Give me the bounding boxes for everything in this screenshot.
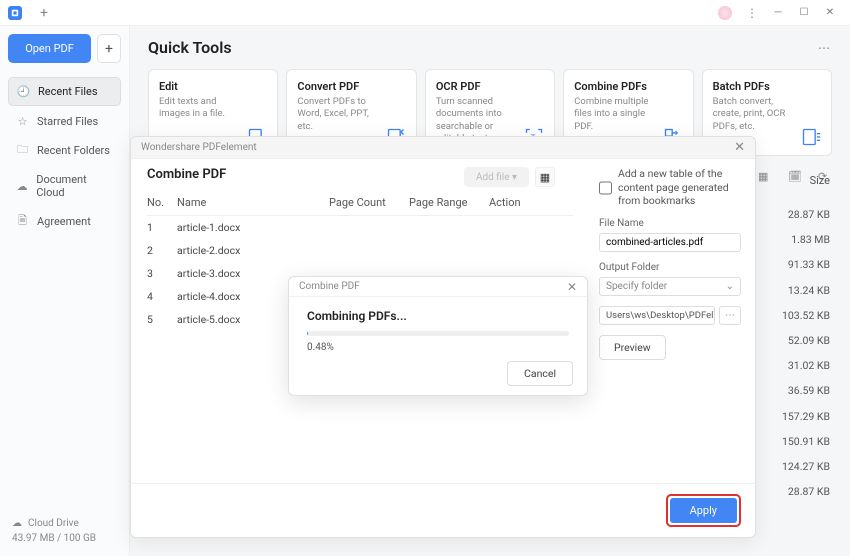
- apply-button[interactable]: Apply: [670, 498, 737, 523]
- progress-percent: 0.48%: [307, 342, 569, 353]
- nav-recent-files[interactable]: 🕘 Recent Files: [8, 77, 121, 106]
- menu-kebab-icon[interactable]: ⋮: [740, 6, 764, 20]
- file-row[interactable]: 1article-1.docx: [147, 216, 573, 239]
- nav-recent-folders[interactable]: 🗀 Recent Folders: [8, 137, 121, 164]
- panel-titlebar: Wondershare PDFelement ✕: [131, 137, 755, 159]
- nav-label: Recent Folders: [37, 144, 110, 157]
- progress-fill: [307, 331, 308, 336]
- panel-close-button[interactable]: ✕: [734, 140, 745, 155]
- card-title: Batch PDFs: [713, 80, 821, 93]
- nav-agreement[interactable]: 🗎 Agreement: [8, 208, 121, 235]
- progress-modal: Combine PDF ✕ Combining PDFs... 0.48% Ca…: [288, 276, 588, 396]
- cloud-icon: ☁: [16, 180, 28, 193]
- nav-starred-files[interactable]: ☆ Starred Files: [8, 108, 121, 135]
- col-page-range: Page Range: [409, 196, 489, 209]
- more-icon[interactable]: ⋯: [818, 41, 832, 55]
- nav-label: Document Cloud: [36, 173, 113, 199]
- profile-avatar[interactable]: [718, 6, 732, 20]
- card-desc: Combine multiple files into a single PDF…: [574, 96, 656, 133]
- clock-icon: 🕘: [17, 85, 30, 98]
- size-cell: 103.52 KB: [768, 303, 830, 328]
- page-title: Quick Tools: [148, 38, 232, 57]
- file-row[interactable]: 2article-2.docx: [147, 239, 573, 262]
- card-title: Convert PDF: [297, 80, 405, 93]
- add-file-label: Add file: [476, 172, 510, 183]
- size-cell: 13.24 KB: [768, 278, 830, 303]
- file-table-header: No. Name Page Count Page Range Action: [147, 190, 573, 216]
- nav-label: Agreement: [37, 215, 91, 228]
- cancel-button[interactable]: Cancel: [507, 361, 573, 386]
- cloud-icon: ☁: [12, 518, 22, 529]
- folder-select[interactable]: Specify folder ⌄: [599, 277, 741, 296]
- add-file-button[interactable]: Add file ▾: [464, 167, 529, 187]
- preview-button[interactable]: Preview: [599, 335, 666, 360]
- folder-select-value: Specify folder: [606, 281, 667, 292]
- size-cell: 31.02 KB: [768, 353, 830, 378]
- file-no: 3: [147, 267, 177, 280]
- file-no: 2: [147, 244, 177, 257]
- card-desc: Convert PDFs to Word, Excel, PPT, etc.: [297, 96, 379, 133]
- cloud-label: Cloud Drive: [28, 518, 79, 529]
- progress-heading: Combining PDFs...: [307, 309, 569, 323]
- batch-icon: [801, 127, 821, 147]
- panel-window-title: Wondershare PDFelement: [141, 142, 257, 153]
- new-tab-button[interactable]: +: [40, 5, 48, 21]
- doc-icon: 🗎: [16, 215, 29, 228]
- progress-close-button[interactable]: ✕: [567, 280, 577, 294]
- browse-button[interactable]: ⋯: [719, 306, 741, 325]
- size-cell: 91.33 KB: [768, 252, 830, 277]
- col-no: No.: [147, 196, 177, 209]
- storage-text: 43.97 MB / 100 GB: [12, 533, 117, 544]
- folder-label: Output Folder: [599, 262, 741, 273]
- folder-icon: 🗀: [16, 144, 29, 157]
- maximize-button[interactable]: ☐: [792, 3, 816, 23]
- nav-document-cloud[interactable]: ☁ Document Cloud: [8, 166, 121, 206]
- size-header: Size: [768, 174, 830, 187]
- col-action: Action: [489, 196, 539, 209]
- toc-checkbox-label: Add a new table of the content page gene…: [618, 167, 741, 208]
- file-no: 5: [147, 313, 177, 326]
- apply-highlight: Apply: [666, 494, 741, 527]
- progress-bar: [307, 331, 569, 336]
- filename-input[interactable]: [599, 233, 741, 252]
- size-cell: 124.27 KB: [768, 454, 830, 479]
- card-desc: Edit texts and images in a file.: [159, 96, 241, 121]
- col-page-count: Page Count: [329, 196, 409, 209]
- cloud-drive-link[interactable]: ☁ Cloud Drive: [12, 518, 117, 529]
- open-pdf-button[interactable]: Open PDF: [8, 34, 91, 63]
- file-name: article-1.docx: [177, 221, 329, 234]
- file-no: 4: [147, 290, 177, 303]
- minimize-button[interactable]: ─: [766, 3, 790, 23]
- star-icon: ☆: [16, 115, 29, 128]
- sidebar: Open PDF + 🕘 Recent Files ☆ Starred File…: [0, 26, 130, 556]
- chevron-down-icon: ⌄: [726, 281, 734, 292]
- nav-label: Recent Files: [38, 85, 98, 98]
- card-desc: Batch convert, create, print, OCR PDFs, …: [713, 96, 795, 133]
- filename-label: File Name: [599, 218, 741, 229]
- card-title: OCR PDF: [436, 80, 544, 93]
- size-column: Size 28.87 KB 1.83 MB 91.33 KB 13.24 KB …: [768, 174, 830, 504]
- card-title: Combine PDFs: [574, 80, 682, 93]
- layout-toggle-button[interactable]: ▦: [535, 167, 555, 187]
- size-cell: 150.91 KB: [768, 429, 830, 454]
- folder-path-input[interactable]: Users\ws\Desktop\PDFelement\Com: [599, 306, 715, 325]
- nav-label: Starred Files: [37, 115, 98, 128]
- progress-title: Combine PDF: [299, 281, 360, 292]
- size-cell: 157.29 KB: [768, 404, 830, 429]
- file-name: article-2.docx: [177, 244, 329, 257]
- size-cell: 28.87 KB: [768, 479, 830, 504]
- size-cell: 52.09 KB: [768, 328, 830, 353]
- size-cell: 1.83 MB: [768, 227, 830, 252]
- card-title: Edit: [159, 80, 267, 93]
- size-cell: 36.59 KB: [768, 378, 830, 403]
- col-name: Name: [177, 196, 329, 209]
- close-button[interactable]: ✕: [818, 3, 842, 23]
- titlebar: + ⋮ ─ ☐ ✕: [0, 0, 850, 26]
- add-button[interactable]: +: [97, 34, 121, 63]
- file-no: 1: [147, 221, 177, 234]
- size-cell: 28.87 KB: [768, 202, 830, 227]
- toc-checkbox[interactable]: [599, 168, 612, 208]
- app-icon: [8, 6, 22, 20]
